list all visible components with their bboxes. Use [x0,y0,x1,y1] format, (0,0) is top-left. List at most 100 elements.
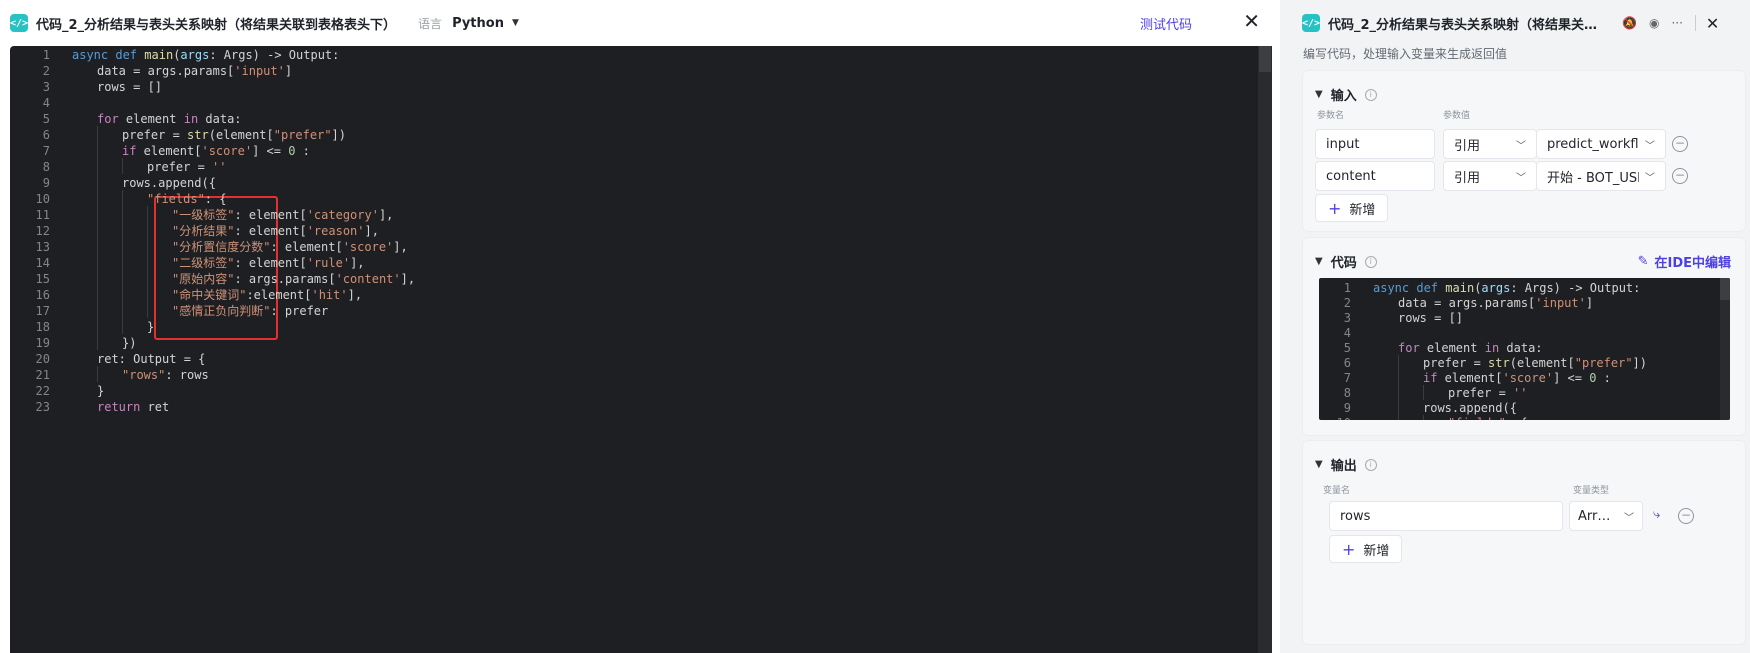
indent-guide [1398,355,1399,370]
plus-icon: + [1342,539,1356,559]
input-section-title: 输入 [1330,89,1357,104]
indent-guide [147,222,148,238]
code-line: 3 rows = [] [1319,310,1463,326]
code-text: prefer = '' [1448,386,1528,400]
code-text: }) [122,336,137,350]
code-text: for element in data: [1398,341,1543,355]
param-type-select[interactable]: 引用 ﹀ [1443,161,1537,191]
param-value: predict_workflow [1547,136,1639,152]
output-type-select[interactable]: Array<Object> ﹀ [1569,501,1643,531]
code-section-title: 代码 [1330,256,1357,271]
indent-guide [122,206,123,222]
param-name-input[interactable]: input [1315,129,1435,159]
code-text: "命中关键词":element['hit'], [172,288,363,302]
edit-in-ide-link[interactable]: ✎ 在IDE中编辑 [1638,252,1731,271]
node-config-sidebar: </> 代码_2_分析结果与表头关系映射（将结果关联到表格表头下） 🔕◉··· … [1290,0,1750,653]
info-icon: i [1364,458,1377,471]
indent-guide [122,270,123,286]
indent-guide [1398,370,1399,385]
indent-guide [97,318,98,334]
add-output-button[interactable]: + 新增 [1329,535,1403,563]
divider [1694,15,1696,31]
indent-guide [122,302,123,318]
code-text: "原始内容": args.params['content'], [172,272,416,286]
chevron-down-icon[interactable]: ▼ [1315,459,1323,470]
indent-guide [122,318,123,334]
preview-scrollbar-thumb[interactable] [1720,278,1730,300]
code-text: "rows": rows [122,368,209,382]
code-text: ret: Output = { [97,352,206,366]
indent-guide [1398,415,1399,420]
code-text: "二级标签": element['rule'], [172,256,365,270]
add-child-field-icon[interactable]: ⤷ [1653,507,1660,522]
add-input-button[interactable]: + 新增 [1315,194,1389,222]
indent-guide [97,270,98,286]
code-text: rows = [] [1398,311,1464,325]
indent-guide [97,222,98,238]
indent-guide [147,206,148,222]
chevron-down-icon[interactable]: ▼ [1315,89,1323,100]
code-text: prefer = str(element["prefer"]) [1423,356,1647,370]
indent-guide [147,302,148,318]
code-text: async def main(args: Args) -> Output: [72,48,340,62]
output-type-value: Array<Object> [1578,508,1618,524]
param-type-select[interactable]: 引用 ﹀ [1443,129,1537,159]
indent-guide [97,158,98,174]
remove-param-button[interactable]: − [1672,136,1688,152]
indent-guide [97,286,98,302]
code-preview-editor[interactable]: 1 async def main(args: Args) -> Output: 2 d… [1319,278,1730,420]
more-icon[interactable]: ··· [1671,16,1682,30]
close-icon[interactable]: ✕ [1243,10,1260,32]
indent-guide [1398,385,1399,400]
output-name-input[interactable]: rows [1329,501,1563,531]
indent-guide [147,238,148,254]
line-number: 4 [1343,326,1351,340]
code-editor[interactable]: 1 async def main(args: Args) -> Output: 2 d… [10,46,1272,653]
indent-guide [122,238,123,254]
preview-scrollbar[interactable] [1720,278,1730,420]
code-node-icon: </> [10,14,28,32]
language-select[interactable]: Python ▼ [452,16,519,31]
code-line: 2 data = args.params['input'] [1319,295,1593,311]
indent-guide [97,254,98,270]
code-node-icon: </> [1302,14,1320,32]
indent-guide [97,190,98,206]
param-name-input[interactable]: content [1315,161,1435,191]
param-value-select[interactable]: 开始 - BOT_USER_INPUT ﹀ [1536,161,1666,191]
edit-in-ide-label: 在IDE中编辑 [1654,256,1731,271]
line-number: 23 [35,400,50,414]
indent-guide [97,206,98,222]
line-number: 6 [1343,356,1351,370]
code-line: 6 prefer = str(element["prefer"]) [1319,355,1647,371]
editor-scrollbar-thumb[interactable] [1259,46,1271,72]
node-description: 编写代码，处理输入变量来生成返回值 [1303,47,1508,61]
code-text: if element['score'] <= 0 : [122,144,310,158]
sidebar-header-icons: 🔕 ◉ ··· [1622,16,1683,30]
sidebar-title: 代码_2_分析结果与表头关系映射（将结果关联到表格表头下） [1328,17,1608,33]
remove-param-button[interactable]: − [1672,168,1688,184]
chevron-down-icon[interactable]: ▼ [1315,256,1323,267]
code-text: "fields": { [1373,416,1527,420]
add-input-label: 新增 [1349,202,1376,218]
line-number: 8 [1343,386,1351,400]
remove-output-button[interactable]: − [1678,508,1694,524]
indent-guide [97,238,98,254]
indent-guide [97,174,98,190]
editor-scrollbar[interactable] [1258,46,1272,653]
indent-guide [147,286,148,302]
close-icon[interactable]: ✕ [1706,14,1719,33]
bell-off-icon[interactable]: 🔕 [1622,16,1637,30]
param-value-select[interactable]: predict_workflow ﹀ [1536,129,1666,159]
indent-guide [97,302,98,318]
chevron-down-icon: ﹀ [1516,172,1526,184]
code-text: return ret [97,400,170,414]
code-line: 23 return ret [10,398,170,416]
code-text: rows.append({ [1423,401,1517,415]
indent-guide [122,254,123,270]
code-text: "感情正负向判断": prefer [172,304,329,318]
test-code-button[interactable]: 测试代码 [1140,14,1192,33]
indent-guide [122,222,123,238]
play-circle-icon[interactable]: ◉ [1649,16,1659,30]
